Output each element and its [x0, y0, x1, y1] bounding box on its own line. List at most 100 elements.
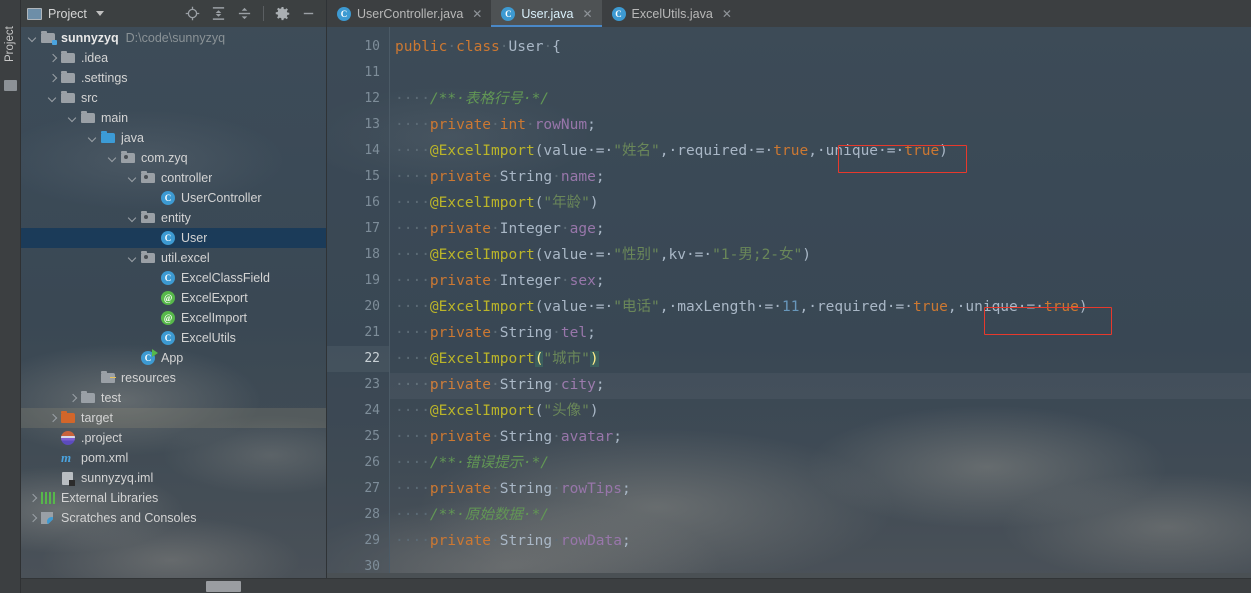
tree-node-excelutils[interactable]: CExcelUtils	[21, 328, 326, 348]
code-token: ····	[395, 91, 430, 107]
expand-all-icon[interactable]	[211, 6, 226, 21]
line-number-13[interactable]: 13	[330, 112, 380, 138]
code-line-10[interactable]: public·class·User·{	[395, 34, 561, 60]
code-token: value	[543, 299, 587, 315]
editor-code-area[interactable]: 9101112131415161718192021222324252627282…	[327, 27, 1251, 578]
code-line-28[interactable]: ····/**·原始数据·*/	[395, 502, 549, 528]
line-number-26[interactable]: 26	[330, 450, 380, 476]
line-number-9[interactable]: 9	[330, 27, 380, 34]
tool-window-tab-project[interactable]: Project	[4, 26, 16, 62]
minimize-icon[interactable]	[301, 6, 316, 21]
close-icon[interactable]: ✕	[722, 7, 732, 21]
tree-node-pom-xml[interactable]: mpom.xml	[21, 448, 326, 468]
chevron-down-icon[interactable]	[67, 113, 78, 124]
gear-icon[interactable]	[275, 6, 290, 21]
line-number-19[interactable]: 19	[330, 268, 380, 294]
chevron-down-icon[interactable]	[127, 253, 138, 264]
code-line-13[interactable]: ····private·int·rowNum;	[395, 112, 596, 138]
chevron-right-icon[interactable]	[67, 393, 78, 404]
tree-node-scratches-and-consoles[interactable]: Scratches and Consoles	[21, 508, 326, 528]
code-line-26[interactable]: ····/**·错误提示·*/	[395, 450, 549, 476]
chevron-down-icon[interactable]	[96, 11, 104, 16]
code-line-18[interactable]: ····@ExcelImport(value·=·"性别",kv·=·"1-男;…	[395, 242, 811, 268]
tree-node-resources[interactable]: resources	[21, 368, 326, 388]
code-text[interactable]: @Datapublic·class·User·{····/**·表格行号·*/·…	[390, 27, 1251, 578]
tree-node-excelimport[interactable]: @ExcelImport	[21, 308, 326, 328]
collapse-all-icon[interactable]	[237, 6, 252, 21]
line-number-24[interactable]: 24	[330, 398, 380, 424]
code-line-25[interactable]: ····private·String·avatar;	[395, 424, 622, 450]
line-number-28[interactable]: 28	[330, 502, 380, 528]
chevron-down-icon[interactable]	[87, 133, 98, 144]
code-line-9[interactable]: @Data	[395, 27, 439, 34]
tree-node-test[interactable]: test	[21, 388, 326, 408]
line-number-25[interactable]: 25	[330, 424, 380, 450]
code-line-27[interactable]: ····private·String·rowTips;	[395, 476, 631, 502]
tree-node-target[interactable]: target	[21, 408, 326, 428]
tree-node-src[interactable]: src	[21, 88, 326, 108]
editor-tab-user-java[interactable]: CUser.java✕	[491, 0, 601, 27]
line-number-16[interactable]: 16	[330, 190, 380, 216]
code-line-12[interactable]: ····/**·表格行号·*/	[395, 86, 549, 112]
code-line-17[interactable]: ····private·Integer·age;	[395, 216, 605, 242]
editor-tab-excelutils-java[interactable]: CExcelUtils.java✕	[602, 0, 741, 27]
line-number-21[interactable]: 21	[330, 320, 380, 346]
tree-node-entity[interactable]: entity	[21, 208, 326, 228]
chevron-down-icon[interactable]	[47, 93, 58, 104]
code-line-29[interactable]: ····private·String·rowData;	[395, 528, 631, 554]
tree-node-project[interactable]: .project	[21, 428, 326, 448]
tree-node-controller[interactable]: controller	[21, 168, 326, 188]
line-number-10[interactable]: 10	[330, 34, 380, 60]
code-line-24[interactable]: ····@ExcelImport("头像")	[395, 398, 599, 424]
tree-node-java[interactable]: java	[21, 128, 326, 148]
line-number-23[interactable]: 23	[330, 372, 380, 398]
chevron-down-icon[interactable]	[127, 213, 138, 224]
line-number-12[interactable]: 12	[330, 86, 380, 112]
tree-node-main[interactable]: main	[21, 108, 326, 128]
tree-node-external-libraries[interactable]: External Libraries	[21, 488, 326, 508]
tree-node-idea[interactable]: .idea	[21, 48, 326, 68]
editor-gutter[interactable]: 9101112131415161718192021222324252627282…	[327, 27, 390, 578]
close-icon[interactable]: ✕	[472, 7, 482, 21]
chevron-right-icon[interactable]	[47, 53, 58, 64]
line-number-11[interactable]: 11	[330, 60, 380, 86]
line-number-15[interactable]: 15	[330, 164, 380, 190]
code-line-21[interactable]: ····private·String·tel;	[395, 320, 596, 346]
tree-node-com-zyq[interactable]: com.zyq	[21, 148, 326, 168]
chevron-down-icon[interactable]	[27, 33, 38, 44]
tree-node-usercontroller[interactable]: CUserController	[21, 188, 326, 208]
close-icon[interactable]: ✕	[582, 7, 592, 21]
line-number-14[interactable]: 14	[330, 138, 380, 164]
tree-node-util-excel[interactable]: util.excel	[21, 248, 326, 268]
tree-node-excelclassfield[interactable]: CExcelClassField	[21, 268, 326, 288]
code-line-20[interactable]: ····@ExcelImport(value·=·"电话",·maxLength…	[395, 294, 1088, 320]
line-number-22[interactable]: 22	[330, 346, 380, 372]
project-tree[interactable]: sunnyzyqD:\code\sunnyzyq.idea.settingssr…	[21, 27, 326, 578]
tree-node-sunnyzyq-iml[interactable]: sunnyzyq.iml	[21, 468, 326, 488]
code-token: ····	[395, 143, 430, 159]
code-line-14[interactable]: ····@ExcelImport(value·=·"姓名",·required·…	[395, 138, 948, 164]
chevron-right-icon[interactable]	[47, 413, 58, 424]
tree-node-sunnyzyq[interactable]: sunnyzyqD:\code\sunnyzyq	[21, 28, 326, 48]
code-line-22[interactable]: ····@ExcelImport("城市")	[395, 346, 599, 372]
chevron-right-icon[interactable]	[47, 73, 58, 84]
chevron-right-icon[interactable]	[27, 493, 38, 504]
chevron-down-icon[interactable]	[127, 173, 138, 184]
project-panel-title-group[interactable]: Project	[27, 7, 104, 21]
tree-node-excelexport[interactable]: @ExcelExport	[21, 288, 326, 308]
line-number-20[interactable]: 20	[330, 294, 380, 320]
chevron-right-icon[interactable]	[27, 513, 38, 524]
tree-node-settings[interactable]: .settings	[21, 68, 326, 88]
tree-node-user[interactable]: CUser	[21, 228, 326, 248]
code-line-19[interactable]: ····private·Integer·sex;	[395, 268, 605, 294]
code-line-15[interactable]: ····private·String·name;	[395, 164, 605, 190]
editor-tab-usercontroller-java[interactable]: CUserController.java✕	[327, 0, 491, 27]
line-number-18[interactable]: 18	[330, 242, 380, 268]
line-number-29[interactable]: 29	[330, 528, 380, 554]
tree-node-app[interactable]: CApp	[21, 348, 326, 368]
code-line-16[interactable]: ····@ExcelImport("年龄")	[395, 190, 599, 216]
line-number-27[interactable]: 27	[330, 476, 380, 502]
line-number-17[interactable]: 17	[330, 216, 380, 242]
chevron-down-icon[interactable]	[107, 153, 118, 164]
locate-icon[interactable]	[185, 6, 200, 21]
